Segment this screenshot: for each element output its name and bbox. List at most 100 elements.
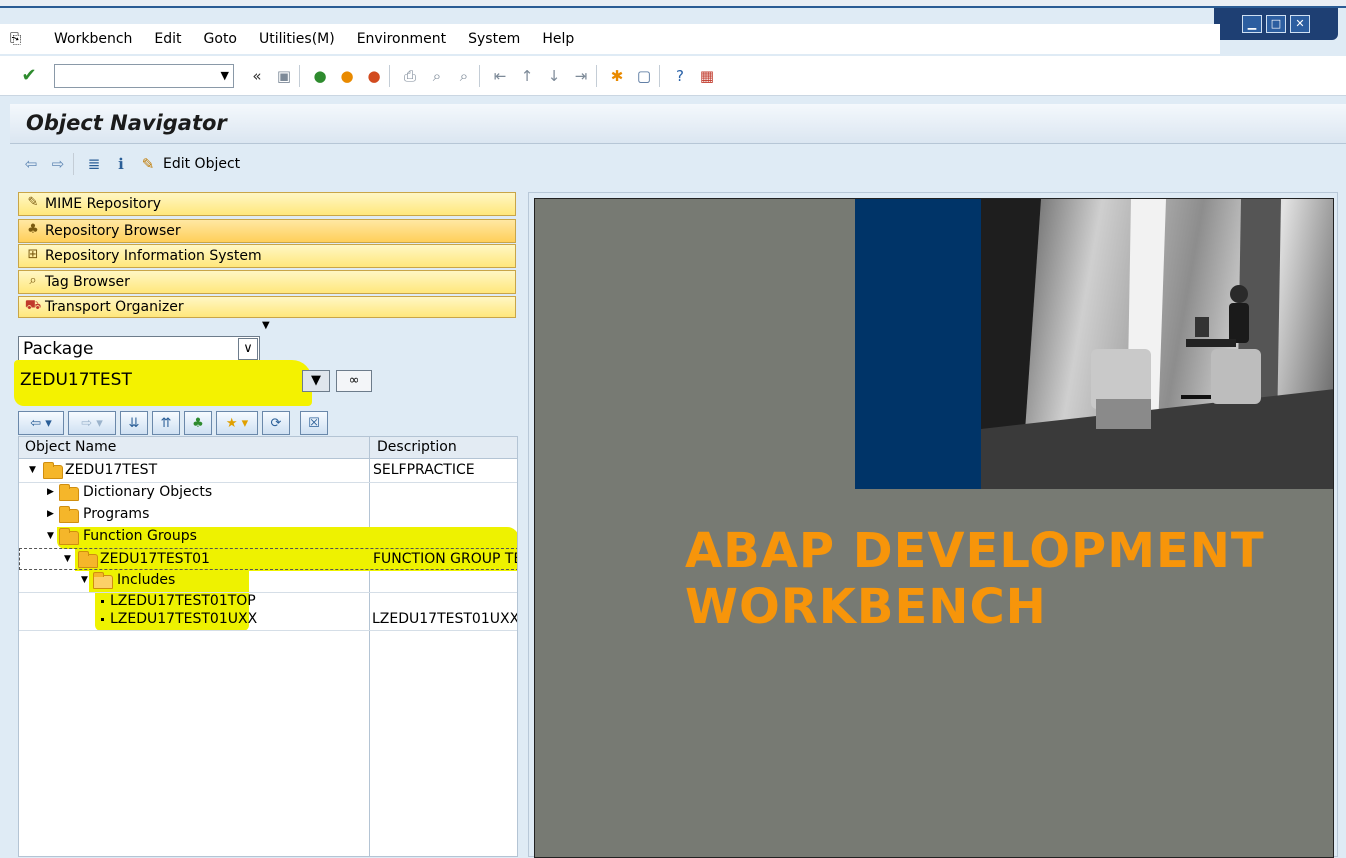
tree-row[interactable]: ▼ Includes [19,570,517,592]
object-type-value: Package [23,339,94,359]
tree-forward-button[interactable]: ⇨ ▾ [68,411,116,435]
repository-browser-button[interactable]: ♣ Repository Browser [18,219,516,243]
mime-repository-icon: ✎ [27,195,39,210]
tag-browser-button[interactable]: ⌕ Tag Browser [18,270,516,294]
tree-row[interactable]: LZEDU17TEST01UXX LZEDU17TEST01UXX [19,610,517,628]
create-session-icon[interactable]: ✱ [606,65,628,87]
repository-info-icon: ⊞ [27,247,39,262]
window-controls: ▁ □ ✕ [1214,8,1338,40]
hierarchy-up-icon[interactable]: ♣ [184,411,212,435]
hierarchy-icon[interactable]: ≣ [83,153,105,175]
window-top-strip [0,0,1346,8]
help-icon[interactable]: ? [669,65,691,87]
find-icon[interactable]: ⌕ [426,65,448,87]
expanded-caret-icon[interactable]: ▼ [47,531,54,541]
last-page-icon[interactable]: ⇥ [570,65,592,87]
title-bar: Object Navigator [10,104,1346,144]
exit-icon[interactable]: ● [336,65,358,87]
favorites-icon[interactable]: ★ ▾ [216,411,258,435]
repository-information-system-button[interactable]: ⊞ Repository Information System [18,244,516,268]
edit-object-button[interactable]: Edit Object [163,156,240,172]
tree-item-name: LZEDU17TEST01TOP [110,593,256,609]
menu-edit[interactable]: Edit [154,31,181,47]
find-next-icon[interactable]: ⌕ [453,65,475,87]
package-dropdown-button[interactable]: ▼ [302,370,330,392]
tag-browser-icon: ⌕ [29,273,37,288]
edit-object-icon[interactable]: ✎ [137,153,159,175]
bullet-icon [101,618,104,621]
command-field[interactable]: ▼ [54,63,234,88]
collapse-all-icon[interactable]: ⇈ [152,411,180,435]
info-icon[interactable]: ℹ [110,153,132,175]
tree-item-name: ZEDU17TEST [65,462,158,478]
object-type-select[interactable]: Package ∨ [18,336,260,362]
chevron-down-icon[interactable]: ∨ [238,338,258,360]
tree-item-name: Programs [83,506,150,522]
tree-item-name: LZEDU17TEST01UXX [110,611,258,627]
brand-line-1: ABAP DEVELOPMENT [685,523,1265,579]
previous-page-icon[interactable]: ↑ [516,65,538,87]
splash-screen: ABAP DEVELOPMENT WORKBENCH [534,198,1334,858]
transport-organizer-label: Transport Organizer [45,299,184,315]
tree-row-selected[interactable]: ▼ ZEDU17TEST01 FUNCTION GROUP TE [19,548,517,570]
office-photo [981,199,1333,489]
folder-icon [78,551,98,568]
panel-resize-arrow-icon[interactable]: ▼ [262,320,270,331]
layout-menu-icon[interactable]: ▦ [696,65,718,87]
toolbar-separator [389,64,390,87]
collapsed-caret-icon[interactable]: ▶ [47,509,54,519]
refresh-icon[interactable]: ⟳ [262,411,290,435]
toolbar-separator [596,64,597,87]
transport-organizer-button[interactable]: ⛟ Transport Organizer [18,296,516,318]
expanded-caret-icon[interactable]: ▼ [81,575,88,585]
back-arrow-icon[interactable]: ⇦ [20,153,42,175]
back-icon[interactable]: ● [309,65,331,87]
package-name-input[interactable]: ZEDU17TEST [18,366,300,396]
mime-repository-button[interactable]: ✎ MIME Repository [18,192,516,216]
maximize-button[interactable]: □ [1266,15,1286,33]
cancel-icon[interactable]: ● [363,65,385,87]
expand-all-icon[interactable]: ⇊ [120,411,148,435]
close-button[interactable]: ✕ [1290,15,1310,33]
collapsed-caret-icon[interactable]: ▶ [47,487,54,497]
first-page-icon[interactable]: ⇤ [489,65,511,87]
column-description[interactable]: Description [377,439,457,455]
repository-browser-icon: ♣ [27,222,39,237]
tree-back-button[interactable]: ⇦ ▾ [18,411,64,435]
menu-environment[interactable]: Environment [357,31,446,47]
forward-arrow-icon[interactable]: ⇨ [47,153,69,175]
object-tree: Object Name Description ▼ ZEDU17TEST SEL… [18,436,518,857]
column-object-name[interactable]: Object Name [25,439,116,455]
enter-icon[interactable]: ✔ [18,65,40,87]
tree-row[interactable]: ▶ Dictionary Objects [19,482,517,504]
bullet-icon [101,600,104,603]
expanded-caret-icon[interactable]: ▼ [29,465,36,475]
tree-item-name: Dictionary Objects [83,484,213,500]
close-tree-icon[interactable]: ☒ [300,411,328,435]
tree-item-name: Function Groups [83,528,197,544]
tree-row[interactable]: ▼ ZEDU17TEST SELFPRACTICE [19,460,517,482]
print-icon[interactable]: ⎙ [399,65,421,87]
chevron-down-icon[interactable]: ▼ [221,69,229,82]
package-name-value: ZEDU17TEST [20,370,132,390]
save-icon[interactable]: ▣ [273,65,295,87]
tree-row[interactable]: ▶ Programs [19,504,517,526]
next-page-icon[interactable]: ↓ [543,65,565,87]
display-glasses-icon[interactable]: ∞ [336,370,372,392]
tree-row[interactable]: ▼ Function Groups [19,526,517,548]
menu-workbench[interactable]: Workbench [54,31,132,47]
menu-help[interactable]: Help [542,31,574,47]
transport-organizer-icon: ⛟ [24,298,42,313]
double-left-icon[interactable]: « [246,65,268,87]
menu-utilities[interactable]: Utilities(M) [259,31,335,47]
toolbar-separator [299,64,300,87]
tree-row[interactable]: LZEDU17TEST01TOP [19,592,517,610]
menu-system[interactable]: System [468,31,520,47]
brand-blue-panel [855,199,981,489]
tree-item-description: SELFPRACTICE [373,462,475,478]
menu-icon[interactable]: ⎘ [10,31,32,47]
menu-goto[interactable]: Goto [204,31,237,47]
minimize-button[interactable]: ▁ [1242,15,1262,33]
shortcut-icon[interactable]: ▢ [633,65,655,87]
expanded-caret-icon[interactable]: ▼ [64,554,71,564]
